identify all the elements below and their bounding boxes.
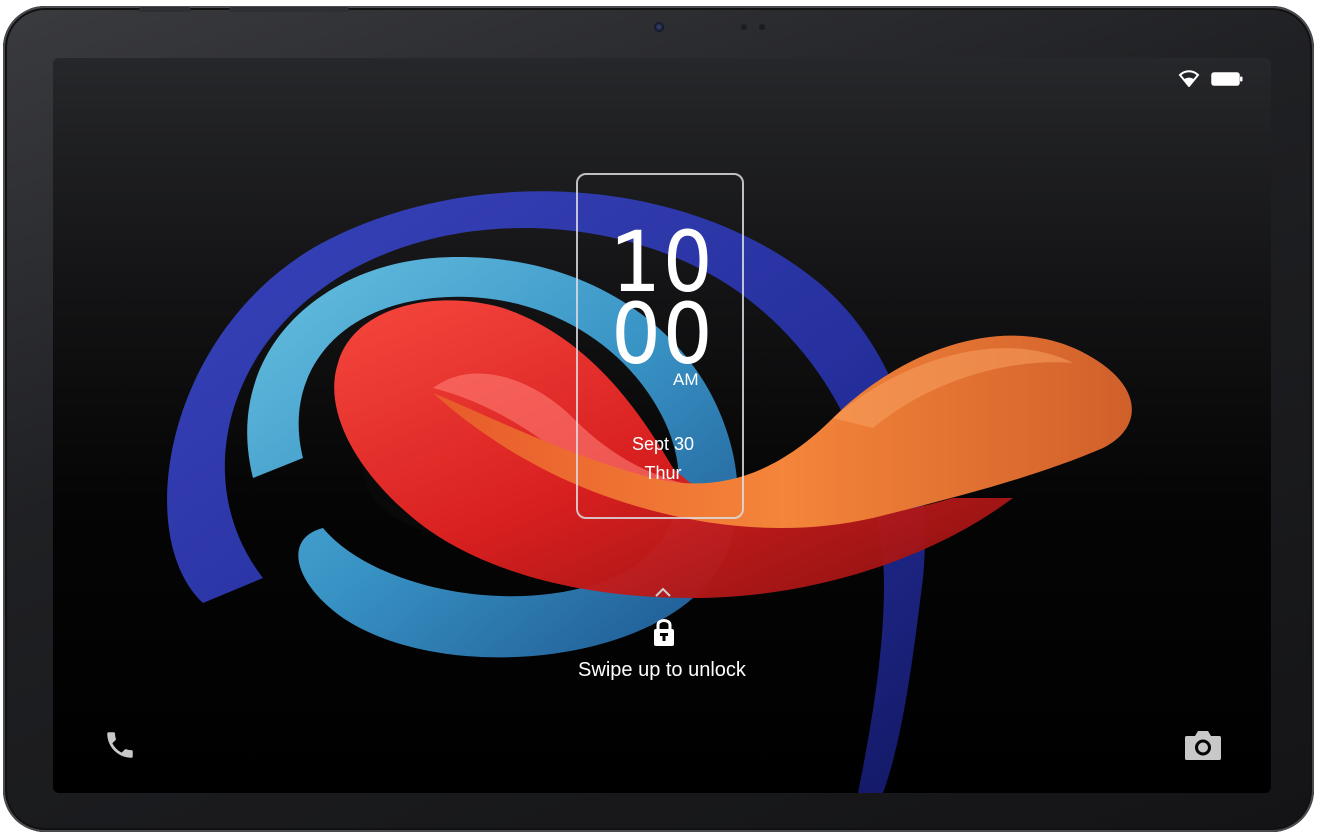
tablet-device: 10 00 AM Sept 30 Thur Swipe up to unlock	[3, 6, 1314, 832]
battery-full-icon	[1211, 72, 1243, 86]
clock-minute: 00	[609, 290, 715, 380]
camera-shortcut-button[interactable]	[1181, 723, 1225, 767]
phone-shortcut-button[interactable]	[98, 723, 142, 767]
volume-button	[139, 7, 191, 12]
power-button	[229, 7, 349, 12]
lock-icon[interactable]	[653, 617, 675, 647]
date-weekday: Thur	[644, 463, 682, 483]
date-day-month: Sept 30	[631, 434, 695, 454]
phone-icon	[107, 732, 133, 758]
wifi-icon	[1178, 70, 1200, 87]
swipe-to-unlock-hint: Swipe up to unlock	[578, 659, 746, 681]
proximity-sensor	[759, 24, 765, 30]
front-camera	[654, 22, 664, 32]
clock-ampm: AM	[673, 370, 699, 389]
lock-screen[interactable]: 10 00 AM Sept 30 Thur Swipe up to unlock	[53, 58, 1271, 793]
chevron-up-icon	[655, 587, 671, 597]
light-sensor	[741, 24, 747, 30]
camera-icon	[1185, 731, 1221, 760]
